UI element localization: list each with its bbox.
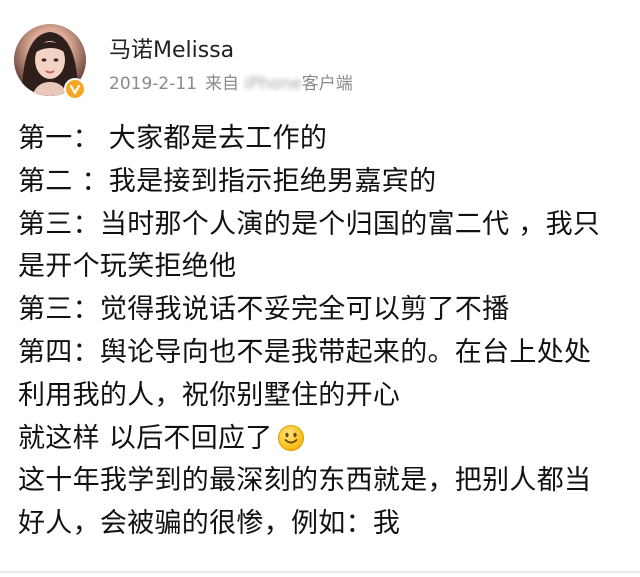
source-prefix: 来自: [204, 74, 239, 94]
post-line: 第三：当时那个人演的是个归国的富二代 ，我只: [18, 208, 601, 240]
post-line: 好人，会被骗的很惨，例如：我: [18, 508, 401, 540]
source-client-link[interactable]: iPhone: [244, 74, 301, 94]
post-line-with-emoji: 就这样 以后不回应了: [18, 418, 630, 461]
post-line: 第二 ：我是接到指示拒绝男嘉宾的: [18, 165, 437, 197]
post-date: 2019-2-11: [109, 74, 197, 94]
post-meta: 2019-2-11 来自 iPhone客户端: [109, 74, 353, 94]
post-line: 第三：觉得我说话不妥完全可以剪了不播: [18, 294, 510, 326]
smile-icon: [277, 423, 305, 451]
post-line: 是开个玩笑拒绝他: [18, 251, 237, 283]
divider: [0, 571, 640, 573]
post-line: 第一： 大家都是去工作的: [18, 123, 328, 154]
author-name[interactable]: 马诺Melissa: [109, 38, 234, 64]
weibo-post: 马诺Melissa 2019-2-11 来自 iPhone客户端 第一： 大家都是…: [0, 0, 640, 577]
post-line: 利用我的人，祝你别墅住的开心: [18, 379, 401, 411]
verified-badge-icon: [64, 78, 86, 100]
post-line: 这十年我学到的最深刻的东西就是，把别人都当: [18, 465, 592, 497]
source-suffix: 客户端: [301, 74, 353, 94]
post-line-text: 就这样 以后不回应了: [18, 422, 273, 454]
post-header: 马诺Melissa 2019-2-11 来自 iPhone客户端: [14, 24, 624, 104]
post-line: 第四：舆论导向也不是我带起来的。在台上处处: [18, 336, 592, 368]
post-body: 第一： 大家都是去工作的 第二 ：我是接到指示拒绝男嘉宾的 第三：当时那个人演的…: [18, 118, 630, 546]
